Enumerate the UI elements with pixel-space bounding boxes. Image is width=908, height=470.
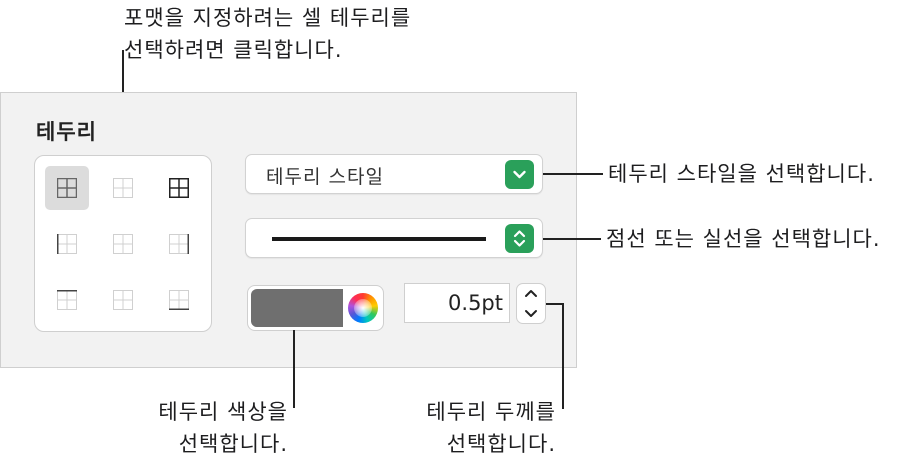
border-inner-icon — [113, 178, 133, 198]
border-thickness-input[interactable]: 0.5pt — [404, 283, 510, 323]
border-inner-button[interactable] — [101, 166, 145, 210]
chevron-down-icon — [525, 310, 537, 317]
border-style-dropdown[interactable]: 테두리 스타일 — [245, 154, 543, 194]
border-color-swatch[interactable] — [251, 289, 343, 327]
thickness-stepper-up[interactable] — [517, 284, 545, 303]
border-style-dropdown-label: 테두리 스타일 — [266, 166, 384, 188]
line-style-dropdown[interactable] — [245, 218, 543, 258]
border-all-inner-button[interactable] — [45, 166, 89, 210]
border-inner-horizontal-button[interactable] — [101, 278, 145, 322]
thickness-stepper[interactable] — [516, 283, 546, 324]
border-left-button[interactable] — [45, 222, 89, 266]
border-all-icon — [169, 178, 189, 198]
chevron-down-icon — [513, 170, 526, 179]
border-style-dropdown-button[interactable] — [505, 160, 534, 189]
section-title-border: 테두리 — [36, 120, 97, 144]
border-all-inner-icon — [57, 178, 77, 198]
border-top-button[interactable] — [45, 278, 89, 322]
leader-line-line — [543, 238, 601, 240]
callout-border-thickness: 테두리 두께를 선택합니다. — [410, 396, 556, 460]
color-wheel-center — [354, 299, 372, 317]
callout-select-borders-line2: 선택하려면 클릭합니다. — [124, 38, 343, 62]
line-style-dropdown-button[interactable] — [505, 224, 534, 253]
border-color-well[interactable] — [247, 285, 384, 331]
border-bottom-icon — [169, 290, 189, 310]
leader-line-style — [543, 173, 603, 175]
chevron-up-down-icon — [513, 230, 526, 247]
callout-border-thickness-line2: 선택합니다. — [446, 432, 556, 456]
border-right-button[interactable] — [157, 222, 201, 266]
callout-border-thickness-line1: 테두리 두께를 — [426, 400, 556, 424]
border-all-button[interactable] — [157, 166, 201, 210]
border-inner-vertical-icon — [113, 234, 133, 254]
chevron-up-icon — [525, 290, 537, 297]
callout-border-color: 테두리 색상을 선택합니다. — [150, 396, 288, 460]
callout-border-color-line1: 테두리 색상을 — [158, 400, 288, 424]
thickness-stepper-down[interactable] — [517, 304, 545, 323]
callout-border-color-line2: 선택합니다. — [178, 432, 288, 456]
border-inner-vertical-button[interactable] — [101, 222, 145, 266]
border-inner-horizontal-icon — [113, 290, 133, 310]
border-selector-grid — [34, 155, 212, 332]
callout-select-borders: 포맷을 지정하려는 셀 테두리를 선택하려면 클릭합니다. — [124, 2, 411, 66]
leader-line-color — [293, 330, 295, 408]
callout-line-style: 점선 또는 실선을 선택합니다. — [606, 227, 881, 251]
callout-border-style: 테두리 스타일을 선택합니다. — [608, 162, 875, 186]
solid-line-sample — [272, 237, 486, 241]
border-top-icon — [57, 290, 77, 310]
leader-line-thickness-vertical — [562, 303, 564, 409]
border-right-icon — [169, 234, 189, 254]
color-wheel-icon[interactable] — [348, 293, 378, 323]
border-bottom-button[interactable] — [157, 278, 201, 322]
callout-select-borders-line1: 포맷을 지정하려는 셀 테두리를 — [124, 6, 412, 30]
border-left-icon — [57, 234, 77, 254]
